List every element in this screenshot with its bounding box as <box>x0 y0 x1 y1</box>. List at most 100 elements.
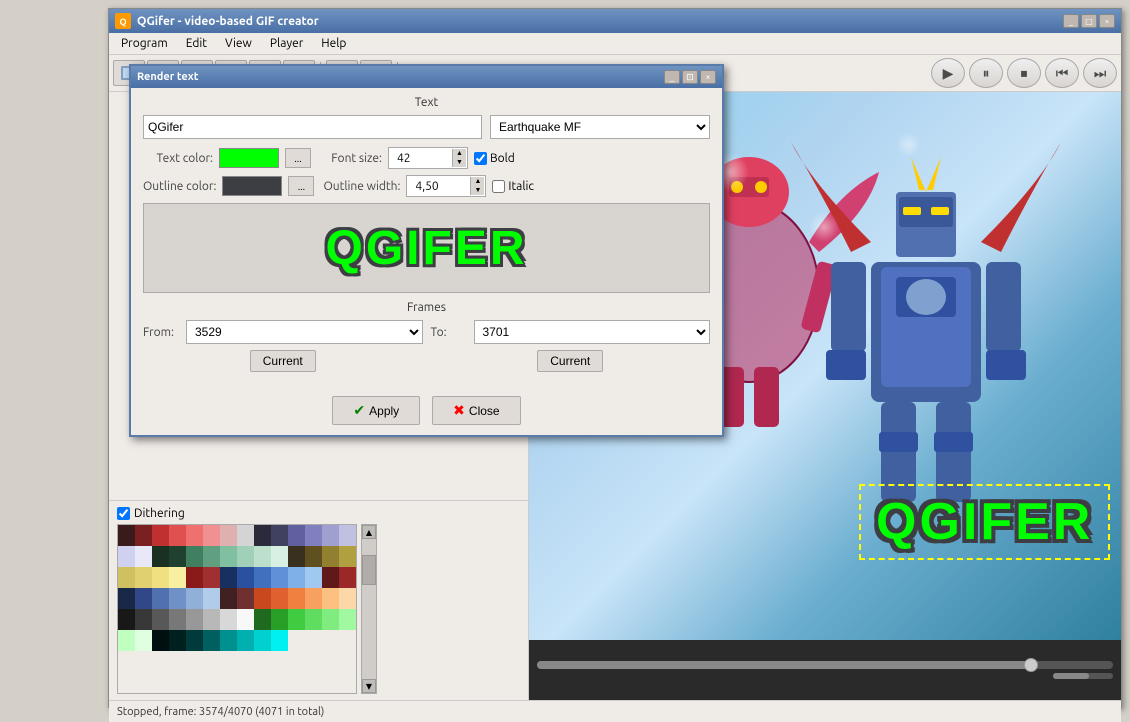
palette-cell[interactable] <box>220 567 237 588</box>
palette-cell[interactable] <box>118 525 135 546</box>
palette-cell[interactable] <box>237 525 254 546</box>
palette-cell[interactable] <box>254 546 271 567</box>
palette-cell[interactable] <box>237 567 254 588</box>
palette-cell[interactable] <box>220 525 237 546</box>
palette-cell[interactable] <box>135 609 152 630</box>
palette-cell[interactable] <box>203 525 220 546</box>
palette-cell[interactable] <box>288 609 305 630</box>
palette-cell[interactable] <box>186 546 203 567</box>
palette-cell[interactable] <box>322 609 339 630</box>
palette-cell[interactable] <box>169 567 186 588</box>
scroll-up-arrow[interactable]: ▲ <box>362 525 376 539</box>
palette-cell[interactable] <box>305 525 322 546</box>
palette-cell[interactable] <box>203 567 220 588</box>
palette-cell[interactable] <box>118 588 135 609</box>
palette-cell[interactable] <box>339 546 356 567</box>
text-input[interactable] <box>143 115 482 139</box>
menu-view[interactable]: View <box>217 35 260 52</box>
palette-cell[interactable] <box>271 546 288 567</box>
palette-cell[interactable] <box>322 525 339 546</box>
palette-cell[interactable] <box>203 609 220 630</box>
dithering-checkbox[interactable] <box>117 507 130 520</box>
menu-edit[interactable]: Edit <box>178 35 215 52</box>
palette-cell[interactable] <box>271 588 288 609</box>
palette-cell[interactable] <box>220 609 237 630</box>
italic-checkbox[interactable] <box>492 180 505 193</box>
palette-cell[interactable] <box>152 630 169 651</box>
palette-cell[interactable] <box>237 546 254 567</box>
apply-button[interactable]: ✔ Apply <box>332 396 420 425</box>
palette-cell[interactable] <box>305 546 322 567</box>
maximize-button[interactable]: □ <box>1081 14 1097 28</box>
close-button[interactable]: × <box>1099 14 1115 28</box>
palette-cell[interactable] <box>152 525 169 546</box>
current-from-btn[interactable]: Current <box>250 350 316 372</box>
palette-cell[interactable] <box>169 525 186 546</box>
palette-cell[interactable] <box>152 588 169 609</box>
palette-cell[interactable] <box>169 630 186 651</box>
palette-cell[interactable] <box>339 588 356 609</box>
palette-cell[interactable] <box>203 630 220 651</box>
palette-cell[interactable] <box>135 567 152 588</box>
palette-cell[interactable] <box>118 546 135 567</box>
stop-button[interactable]: ⏹ <box>1007 58 1041 88</box>
palette-cell[interactable] <box>288 588 305 609</box>
palette-cell[interactable] <box>169 588 186 609</box>
palette-cell[interactable] <box>322 588 339 609</box>
palette-cell[interactable] <box>220 630 237 651</box>
progress-bar[interactable] <box>537 661 1113 669</box>
palette-cell[interactable] <box>305 588 322 609</box>
palette-cell[interactable] <box>339 609 356 630</box>
palette-cell[interactable] <box>271 525 288 546</box>
palette-cell[interactable] <box>220 546 237 567</box>
progress-knob[interactable] <box>1024 658 1038 672</box>
palette-scrollbar[interactable]: ▲ ▼ <box>361 524 377 694</box>
palette-cell[interactable] <box>339 525 356 546</box>
palette-cell[interactable] <box>237 588 254 609</box>
play-button[interactable]: ▶ <box>931 58 965 88</box>
palette-cell[interactable] <box>322 546 339 567</box>
font-select[interactable]: Earthquake MF <box>490 115 710 139</box>
palette-cell[interactable] <box>186 630 203 651</box>
palette-cell[interactable] <box>254 525 271 546</box>
palette-cell[interactable] <box>271 567 288 588</box>
palette-cell[interactable] <box>237 630 254 651</box>
text-color-swatch[interactable] <box>219 148 279 168</box>
outline-width-up-btn[interactable]: ▲ <box>470 177 484 186</box>
palette-cell[interactable] <box>305 609 322 630</box>
palette-cell[interactable] <box>339 567 356 588</box>
to-frame-select[interactable]: 3701 <box>474 320 711 344</box>
palette-cell[interactable] <box>135 525 152 546</box>
dialog-close-btn[interactable]: × <box>700 70 716 84</box>
video-text-overlay[interactable]: QGIFER <box>859 484 1110 560</box>
palette-cell[interactable] <box>271 609 288 630</box>
close-dialog-button[interactable]: ✖ Close <box>432 396 520 425</box>
palette-cell[interactable] <box>169 546 186 567</box>
palette-cell[interactable] <box>152 609 169 630</box>
dialog-minimize-btn[interactable]: _ <box>664 70 680 84</box>
bold-checkbox[interactable] <box>474 152 487 165</box>
palette-cell[interactable] <box>186 588 203 609</box>
palette-cell[interactable] <box>271 630 288 651</box>
outline-color-picker-btn[interactable]: ... <box>288 176 314 196</box>
current-to-btn[interactable]: Current <box>537 350 603 372</box>
palette-cell[interactable] <box>152 546 169 567</box>
palette-cell[interactable] <box>135 546 152 567</box>
outline-width-down-btn[interactable]: ▼ <box>470 186 484 195</box>
palette-cell[interactable] <box>203 588 220 609</box>
scroll-thumb[interactable] <box>362 555 376 585</box>
dialog-expand-btn[interactable]: ⊡ <box>682 70 698 84</box>
font-size-up-btn[interactable]: ▲ <box>452 149 466 158</box>
palette-cell[interactable] <box>305 567 322 588</box>
volume-bar[interactable] <box>1053 673 1113 679</box>
outline-color-swatch[interactable] <box>222 176 282 196</box>
palette-cell[interactable] <box>288 546 305 567</box>
palette-cell[interactable] <box>254 567 271 588</box>
prev-button[interactable]: ⏮ <box>1045 58 1079 88</box>
text-color-picker-btn[interactable]: ... <box>285 148 311 168</box>
palette-cell[interactable] <box>135 630 152 651</box>
palette-cell[interactable] <box>186 525 203 546</box>
palette-cell[interactable] <box>118 567 135 588</box>
menu-program[interactable]: Program <box>113 35 176 52</box>
palette-cell[interactable] <box>254 588 271 609</box>
